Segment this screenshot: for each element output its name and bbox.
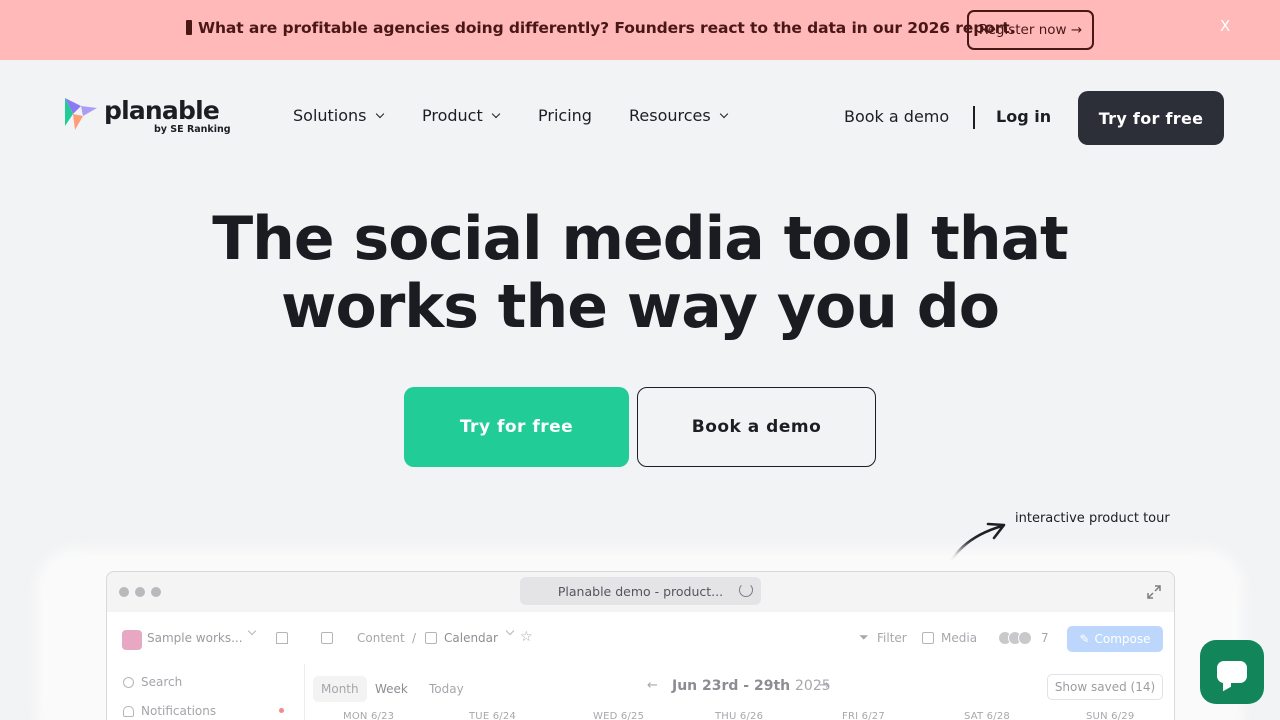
day-header: SUN 6/29 [1086, 711, 1135, 720]
announcement-banner: What are profitable agencies doing diffe… [0, 0, 1280, 60]
day-header: TUE 6/24 [469, 711, 516, 720]
chevron-down-icon [505, 626, 515, 636]
nav-resources[interactable]: Resources [629, 106, 728, 125]
nav-solutions[interactable]: Solutions [293, 106, 384, 125]
refresh-icon[interactable] [739, 583, 753, 597]
sidebar-item-label: Notifications [141, 704, 217, 718]
tab-today[interactable]: Today [421, 676, 472, 702]
demo-url-bar: Planable demo - product... [520, 577, 761, 605]
header-divider [973, 106, 975, 129]
notification-dot [279, 708, 284, 713]
chevron-down-icon [491, 109, 500, 118]
window-dot [135, 587, 145, 597]
chevron-down-icon [375, 109, 384, 118]
show-saved-button[interactable]: Show saved (14) [1047, 674, 1163, 700]
media-button[interactable]: Media [941, 631, 977, 645]
nav-label: Resources [629, 106, 711, 125]
sidebar-item-label: Search [141, 675, 183, 689]
tab-week[interactable]: Week [367, 676, 416, 702]
chat-widget-button[interactable] [1200, 640, 1264, 704]
week-range-dates: Jun 23rd - 29th [672, 678, 791, 694]
expand-icon[interactable] [1147, 585, 1161, 599]
planable-logo[interactable]: planable by SE Ranking [63, 96, 231, 138]
media-icon [922, 632, 934, 644]
window-dot [151, 587, 161, 597]
logo-wordmark: planable [104, 96, 220, 125]
nav-product[interactable]: Product [422, 106, 500, 125]
bell-icon [123, 705, 134, 717]
week-range: Jun 23rd - 29th 2025 [672, 678, 831, 694]
register-now-button[interactable]: Register now → [967, 10, 1094, 50]
header-try-free-button[interactable]: Try for free [1078, 91, 1224, 145]
product-tour-label: interactive product tour [1015, 511, 1170, 526]
nav-pricing[interactable]: Pricing [538, 106, 592, 125]
next-week-arrow-icon[interactable]: → [819, 678, 830, 693]
day-header: SAT 6/28 [964, 711, 1010, 720]
hero-title-line2: works the way you do [281, 272, 1000, 342]
nav-label: Pricing [538, 106, 592, 125]
sidebar-toggle-icon[interactable] [321, 632, 333, 644]
breadcrumb-calendar[interactable]: Calendar [444, 631, 498, 645]
hero-title: The social media tool that works the way… [0, 205, 1280, 341]
hero-book-demo-button[interactable]: Book a demo [637, 387, 876, 467]
interactive-demo-window[interactable]: Planable demo - product... Sample works.… [106, 571, 1175, 720]
hero-title-line1: The social media tool that [212, 204, 1068, 274]
workspace-badge [122, 630, 142, 650]
nav-label: Product [422, 106, 483, 125]
logo-subtitle: by SE Ranking [154, 124, 231, 135]
compose-button[interactable]: ✎ Compose [1067, 626, 1163, 652]
demo-url-title: Planable demo - product... [557, 583, 724, 599]
nav-label: Solutions [293, 106, 367, 125]
avatar [1018, 631, 1032, 645]
sidebar-item-search[interactable]: Search [123, 675, 182, 689]
megaphone-icon [186, 20, 192, 35]
hero-try-free-button[interactable]: Try for free [404, 387, 629, 467]
demo-app: Sample works... Content / Calendar ☆ ⏷ F… [107, 612, 1174, 720]
filter-button[interactable]: Filter [877, 631, 907, 645]
team-avatars[interactable] [998, 631, 1036, 645]
calendar-icon [425, 632, 437, 644]
breadcrumb-separator: / [412, 631, 417, 645]
day-header: WED 6/25 [593, 711, 645, 720]
chevron-down-icon [719, 109, 728, 118]
avatar-count: 7 [1041, 631, 1049, 645]
day-header: FRI 6/27 [842, 711, 885, 720]
day-header: MON 6/23 [343, 711, 395, 720]
chevron-down-icon [247, 626, 257, 636]
home-icon[interactable] [276, 632, 288, 644]
book-demo-link[interactable]: Book a demo [844, 107, 949, 126]
banner-text: What are profitable agencies doing diffe… [198, 19, 1016, 37]
pencil-icon: ✎ [1079, 632, 1090, 646]
workspace-name[interactable]: Sample works... [147, 631, 243, 645]
prev-week-arrow-icon[interactable]: ← [647, 678, 658, 693]
login-link[interactable]: Log in [996, 107, 1051, 126]
day-header: THU 6/26 [715, 711, 764, 720]
banner-message: What are profitable agencies doing diffe… [186, 19, 1016, 37]
sidebar-item-notifications[interactable]: Notifications [123, 704, 216, 718]
compose-label: Compose [1094, 632, 1151, 646]
filter-icon: ⏷ [859, 630, 869, 644]
demo-sidebar: Search Notifications [107, 664, 305, 720]
window-dot [119, 587, 129, 597]
chat-bubble-icon [1217, 661, 1247, 683]
logo-mark-icon [65, 98, 97, 130]
close-banner-button[interactable]: X [1220, 17, 1230, 35]
breadcrumb-content[interactable]: Content [357, 631, 405, 645]
star-icon[interactable]: ☆ [520, 629, 533, 645]
tab-month[interactable]: Month [313, 676, 367, 702]
search-icon [123, 676, 134, 688]
demo-app-toolbar: Sample works... Content / Calendar ☆ ⏷ F… [107, 612, 1174, 664]
